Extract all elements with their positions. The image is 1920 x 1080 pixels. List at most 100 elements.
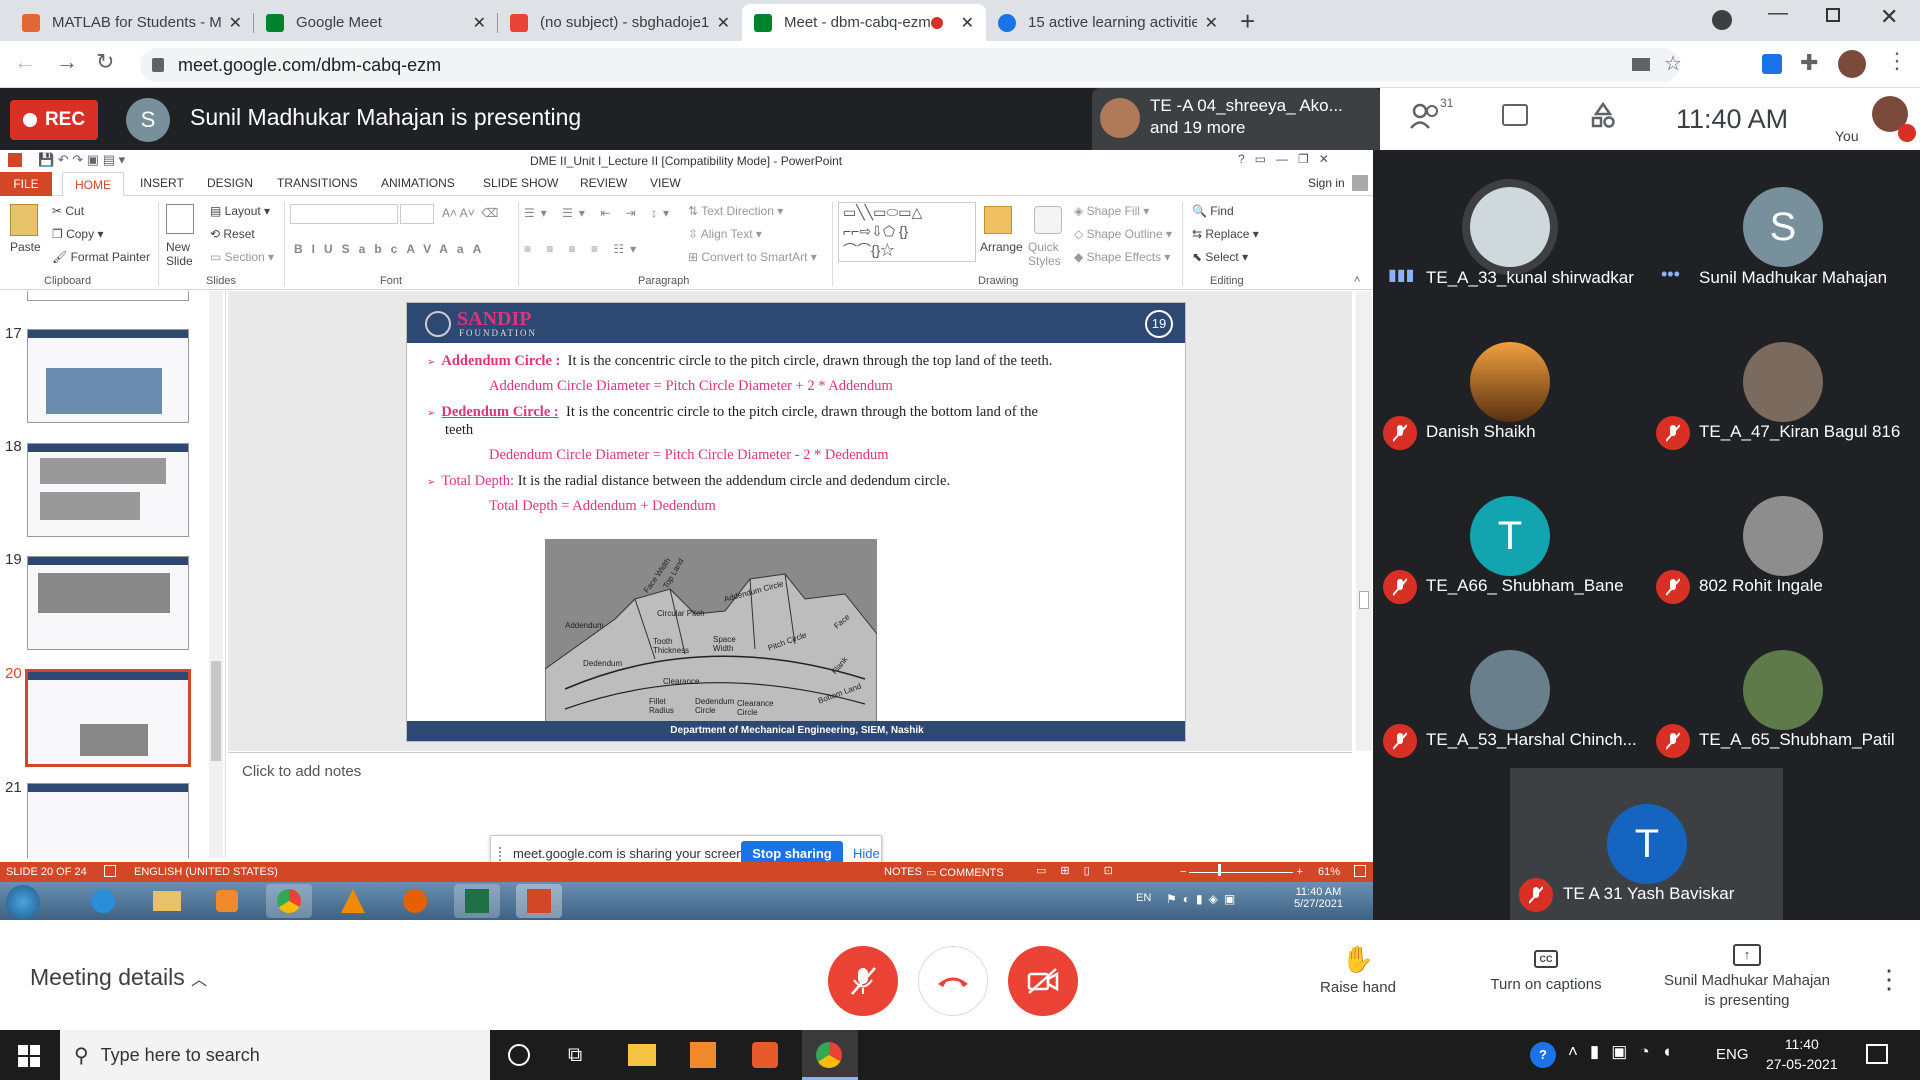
font-grow-shrink-icon[interactable]: A˄ A˅ ⌫ xyxy=(442,206,498,220)
language-status[interactable]: ENGLISH (UNITED STATES) xyxy=(134,866,278,878)
slide-thumbnail-17[interactable] xyxy=(27,329,189,423)
find-button[interactable]: 🔍 Find xyxy=(1192,204,1234,218)
font-name-select[interactable] xyxy=(290,204,398,224)
tab-search-icon[interactable] xyxy=(1712,10,1732,30)
new-tab-plus-icon[interactable]: + xyxy=(1240,6,1255,37)
reload-icon[interactable]: ↻ xyxy=(96,49,114,75)
puzzle-icon[interactable]: ✚ xyxy=(1800,50,1818,76)
tab-slide-show[interactable]: SLIDE SHOW xyxy=(483,176,558,190)
align-buttons[interactable]: ≡ ≡ ≡ ≡ ☷▾ xyxy=(524,242,642,256)
paste-icon[interactable] xyxy=(10,204,38,236)
tab-google-meet[interactable]: Google Meet ✕ xyxy=(254,4,498,41)
firefox-icon[interactable] xyxy=(392,884,438,918)
paste-button[interactable]: Paste xyxy=(10,240,41,254)
zoom-slider[interactable]: − + xyxy=(1180,864,1303,878)
tab-animations[interactable]: ANIMATIONS xyxy=(381,176,455,190)
profile-avatar[interactable] xyxy=(1838,50,1866,78)
excel-icon[interactable] xyxy=(454,884,500,918)
tab-matlab[interactable]: MATLAB for Students - MATLAB & ✕ xyxy=(10,4,254,41)
editor-scrollbar[interactable] xyxy=(1356,291,1372,751)
windows-start-icon[interactable] xyxy=(18,1045,40,1067)
drag-handle-icon[interactable] xyxy=(499,847,503,861)
presenter-button[interactable]: ↑ Sunil Madhukar Mahajan is presenting xyxy=(1640,944,1854,1009)
ie-icon[interactable] xyxy=(80,884,126,918)
shapes-gallery[interactable]: ▭╲╲▭⬭▭△ ⌐⌐⇨⇩⬠ {} ⌒⌒{}☆ xyxy=(838,202,976,262)
win7-tray-icons[interactable]: ⚑◐▮◈▣ xyxy=(1166,892,1241,906)
quick-access-toolbar[interactable]: 💾 ↶ ↷ ▣ ▤ ▾ xyxy=(38,152,125,168)
xampp-icon[interactable] xyxy=(752,1042,778,1068)
pinned-participants[interactable]: TE -A 04_shreeya_ Ako... and 19 more xyxy=(1092,88,1382,150)
thumbnail-scrollbar[interactable] xyxy=(209,291,223,858)
close-icon[interactable]: ✕ xyxy=(1205,13,1218,33)
media-player-icon[interactable] xyxy=(204,884,250,918)
taskbar-search-input[interactable]: ⚲ Type here to search xyxy=(60,1030,490,1080)
close-icon[interactable]: ✕ xyxy=(717,13,730,33)
tab-transitions[interactable]: TRANSITIONS xyxy=(277,176,358,190)
close-icon[interactable]: ✕ xyxy=(961,13,974,33)
font-size-select[interactable] xyxy=(400,204,434,224)
thumbnail-partial[interactable] xyxy=(27,291,189,301)
tab-review[interactable]: REVIEW xyxy=(580,176,627,190)
notes-toggle[interactable]: NOTES xyxy=(884,866,922,878)
camera-icon[interactable] xyxy=(1632,58,1650,71)
list-buttons[interactable]: ☰▾ ☰▾ ⇤ ⇥ ↕▾ xyxy=(524,206,675,220)
taskbar-clock[interactable]: 11:40 27-05-2021 xyxy=(1766,1034,1838,1074)
arrange-button[interactable]: Arrange xyxy=(980,240,1023,254)
tab-gmail[interactable]: (no subject) - sbghadoje1922192 ✕ xyxy=(498,4,742,41)
tab-home[interactable]: HOME xyxy=(62,172,124,196)
tab-view[interactable]: VIEW xyxy=(650,176,681,190)
spellcheck-icon[interactable] xyxy=(104,865,116,877)
microphone-toggle-button[interactable] xyxy=(828,946,898,1016)
reset-button[interactable]: ⟲ Reset xyxy=(210,227,255,241)
shape-fill-button[interactable]: ◈ Shape Fill ▾ xyxy=(1074,204,1149,218)
win7-language[interactable]: EN xyxy=(1136,892,1151,904)
copy-button[interactable]: ❐ Copy ▾ xyxy=(52,227,103,241)
raise-hand-button[interactable]: ✋ Raise hand xyxy=(1310,944,1406,996)
shape-outline-button[interactable]: ◇ Shape Outline ▾ xyxy=(1074,227,1172,241)
sign-in-link[interactable]: Sign in xyxy=(1308,176,1345,190)
slide-thumbnail-21[interactable] xyxy=(27,783,189,858)
arrange-icon[interactable] xyxy=(984,206,1012,234)
zoom-level[interactable]: 61% xyxy=(1318,866,1340,878)
system-tray-icons[interactable]: ˄▮▣◔◖ xyxy=(1568,1042,1684,1062)
sublime-icon[interactable] xyxy=(690,1042,716,1068)
captions-button[interactable]: CC Turn on captions xyxy=(1480,950,1612,993)
extension-icon[interactable] xyxy=(1762,54,1782,74)
font-format-buttons[interactable]: BIUSabcAVAaA xyxy=(294,242,490,256)
chrome-menu-icon[interactable]: ⋮ xyxy=(1886,48,1908,74)
cut-button[interactable]: ✂ Cut xyxy=(52,204,84,218)
hide-banner-button[interactable]: Hide xyxy=(853,846,880,861)
explorer-folder-icon[interactable] xyxy=(144,884,190,918)
new-slide-icon[interactable] xyxy=(166,204,194,234)
chat-icon[interactable] xyxy=(1502,104,1528,126)
back-arrow-icon[interactable]: ← xyxy=(14,49,36,75)
people-icon[interactable] xyxy=(1410,102,1442,132)
tab-learning[interactable]: 15 active learning activities to en ✕ xyxy=(986,4,1230,41)
meeting-details-button[interactable]: Meeting details ︿ xyxy=(30,964,207,991)
cortana-icon[interactable] xyxy=(508,1044,530,1066)
section-button[interactable]: ▭ Section ▾ xyxy=(210,250,274,264)
windows-start-orb-icon[interactable] xyxy=(6,885,40,919)
tab-design[interactable]: DESIGN xyxy=(207,176,253,190)
notifications-icon[interactable] xyxy=(1866,1044,1888,1064)
format-painter-button[interactable]: 🖌 Format Painter xyxy=(52,250,150,264)
convert-smartart-button[interactable]: ⊞ Convert to SmartArt ▾ xyxy=(688,250,817,264)
minimize-icon[interactable]: — xyxy=(1768,2,1788,25)
quick-styles-icon[interactable] xyxy=(1034,206,1062,234)
layout-button[interactable]: ▤ Layout ▾ xyxy=(210,204,270,218)
url-input[interactable]: meet.google.com/dbm-cabq-ezm ☆ xyxy=(140,47,1682,82)
quick-styles-button[interactable]: Quick Styles xyxy=(1028,240,1068,268)
leave-call-button[interactable] xyxy=(918,946,988,1016)
file-explorer-icon[interactable] xyxy=(628,1044,656,1066)
replace-button[interactable]: ⇆ Replace ▾ xyxy=(1192,227,1259,241)
select-button[interactable]: ⬉ Select ▾ xyxy=(1192,250,1248,264)
bookmark-star-icon[interactable]: ☆ xyxy=(1664,47,1682,81)
view-buttons[interactable]: ▭⊞▯⊡ xyxy=(1036,864,1127,877)
window-close-icon[interactable]: ✕ xyxy=(1880,4,1898,30)
slide-thumbnail-19[interactable] xyxy=(27,556,189,650)
slide-thumbnail-20-selected[interactable] xyxy=(25,669,191,767)
fit-slide-icon[interactable] xyxy=(1354,865,1366,877)
current-slide[interactable]: SANDIP FOUNDATION 19 ➢ Addendum Circle : … xyxy=(406,302,1186,742)
window-controls[interactable]: ? ▭ — ❐ ✕ xyxy=(1238,152,1329,166)
chrome-icon[interactable] xyxy=(266,884,312,918)
